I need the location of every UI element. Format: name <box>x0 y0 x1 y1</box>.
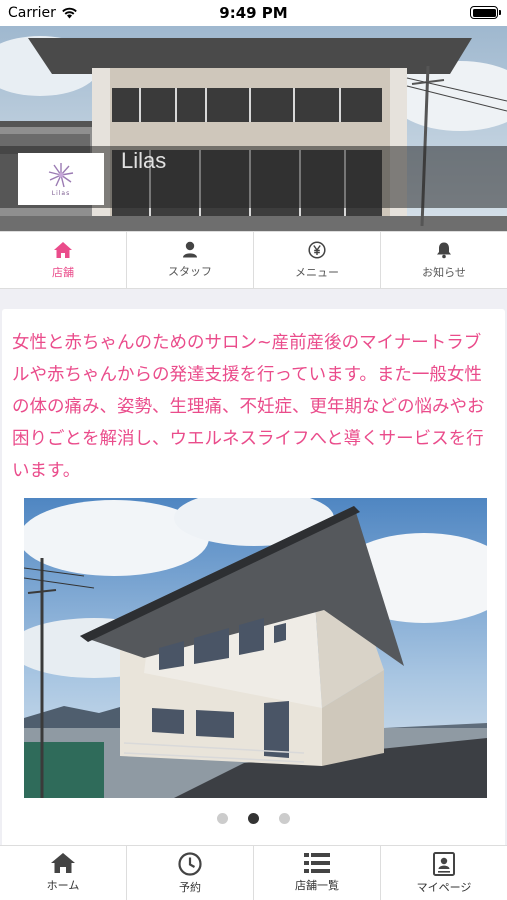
nav-reservation[interactable]: 予約 <box>127 846 254 900</box>
nav-home-label: ホーム <box>46 879 80 892</box>
bottom-nav: ホーム 予約 店舗一覧 マイページ <box>0 845 507 900</box>
tab-staff[interactable]: スタッフ <box>127 232 254 288</box>
tab-menu[interactable]: メニュー <box>254 232 381 288</box>
shop-info-card: 女性と赤ちゃんのためのサロン~産前産後のマイナートラブルや赤ちゃんからの発達支援… <box>2 309 505 849</box>
nav-reservation-label: 予約 <box>179 881 201 894</box>
battery-icon <box>470 6 501 19</box>
logo-text: Lilas <box>51 190 71 197</box>
shop-description: 女性と赤ちゃんのためのサロン~産前産後のマイナートラブルや赤ちゃんからの発達支援… <box>12 333 485 481</box>
carousel-dot[interactable] <box>279 813 290 824</box>
tab-shop-label: 店舗 <box>52 265 74 279</box>
person-icon <box>183 241 197 258</box>
home-icon <box>54 241 72 258</box>
clock-icon <box>178 852 202 876</box>
tab-shop[interactable]: 店舗 <box>0 232 127 288</box>
nav-mypage-label: マイページ <box>416 881 472 894</box>
shop-name: Lilas <box>121 148 167 173</box>
nav-shop-list[interactable]: 店舗一覧 <box>254 846 381 900</box>
carousel-image[interactable] <box>24 498 487 798</box>
nav-home[interactable]: ホーム <box>0 846 127 900</box>
shop-logo: Lilas <box>18 153 104 205</box>
profile-card-icon <box>433 852 455 876</box>
yen-icon <box>308 240 326 259</box>
home-icon <box>51 853 75 873</box>
flower-logo-icon <box>48 163 74 188</box>
shop-tabs: 店舗 スタッフ メニュー お知らせ <box>0 231 507 289</box>
carousel-dot[interactable] <box>217 813 228 824</box>
tab-staff-label: スタッフ <box>168 265 212 278</box>
shop-header: Lilas Lilas <box>0 26 507 231</box>
bell-icon <box>437 242 451 258</box>
nav-mypage[interactable]: マイページ <box>381 846 507 900</box>
carousel-indicator <box>2 813 505 824</box>
status-bar: Carrier 9:49 PM <box>0 0 507 26</box>
tab-news[interactable]: お知らせ <box>381 232 507 288</box>
list-icon <box>304 853 330 873</box>
nav-shop-list-label: 店舗一覧 <box>295 879 339 892</box>
tab-menu-label: メニュー <box>295 265 339 279</box>
building-photo <box>24 498 487 798</box>
carousel-dot-active[interactable] <box>248 813 259 824</box>
status-time: 9:49 PM <box>219 4 288 22</box>
tab-news-label: お知らせ <box>422 265 466 279</box>
